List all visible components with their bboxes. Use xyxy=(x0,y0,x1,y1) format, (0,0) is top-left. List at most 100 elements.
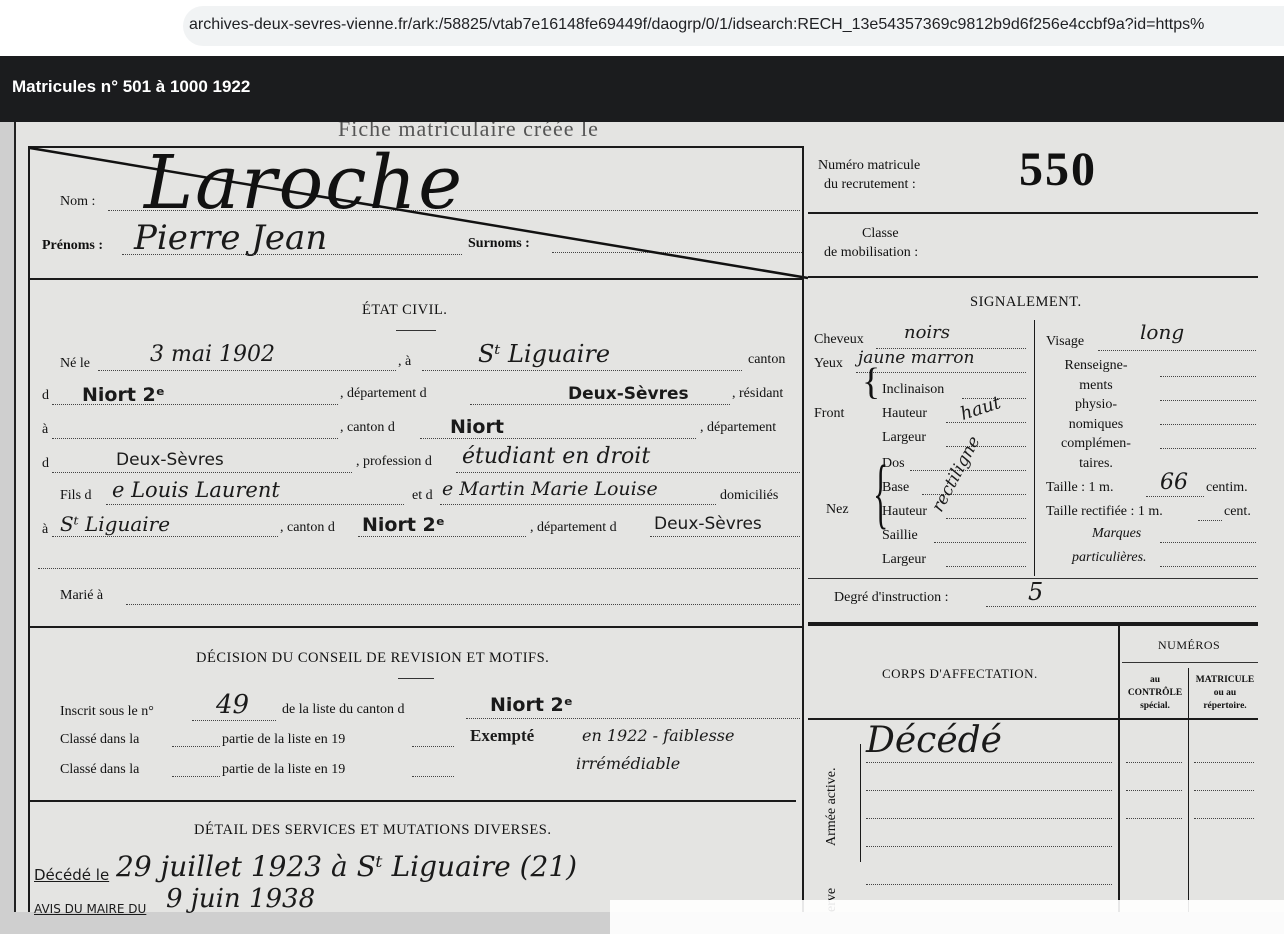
a-label-2: à xyxy=(42,422,49,437)
corps-decede-value: Décédé xyxy=(866,720,1002,761)
cheveux-value: noirs xyxy=(904,322,951,343)
corps-line-1 xyxy=(866,762,1112,763)
irremediable-value: irrémédiable xyxy=(576,754,681,773)
canton-3-line xyxy=(358,536,526,537)
a-label: , à xyxy=(398,354,412,369)
corps-line-3 xyxy=(866,818,1112,819)
url-field[interactable]: archives-deux-sevres-vienne.fr/ark:/5882… xyxy=(183,6,1284,46)
corps-divider xyxy=(1118,626,1120,912)
corps-line-5 xyxy=(866,884,1112,885)
matricule-label-2: du recrutement : xyxy=(824,177,916,192)
profession-value: étudiant en droit xyxy=(462,444,651,469)
renseignements-line: complémen- xyxy=(1061,436,1131,451)
renseignements-line: ments xyxy=(1079,377,1113,393)
ne-le-line xyxy=(98,370,396,371)
marie-line xyxy=(126,604,800,605)
nez-largeur-line xyxy=(946,566,1026,567)
repertoire-line-3 xyxy=(1194,818,1254,819)
rens-line-1 xyxy=(1160,376,1256,377)
services-heading: DÉTAIL DES SERVICES ET MUTATIONS DIVERSE… xyxy=(194,822,552,838)
fils-label: Fils d xyxy=(60,488,92,503)
url-text[interactable]: archives-deux-sevres-vienne.fr/ark:/5882… xyxy=(189,16,1204,34)
visage-line xyxy=(1098,350,1256,351)
signalement-divider xyxy=(1034,320,1035,576)
classe-label-1: Classe xyxy=(862,226,899,241)
profession-line xyxy=(456,472,800,473)
canton-2-line xyxy=(420,438,696,439)
departement-2-line xyxy=(52,472,352,473)
nez-label: Nez xyxy=(826,502,849,517)
document-viewer[interactable]: Fiche matriculaire créée le Laroche Nom … xyxy=(0,122,1284,934)
partie-2-label: partie de la liste en 19 xyxy=(222,762,346,777)
rens-line-4 xyxy=(1160,448,1256,449)
matricule-label-1: Numéro matricule xyxy=(818,158,921,173)
controle-line: spécial. xyxy=(1140,701,1170,711)
canton-1-line xyxy=(52,404,338,405)
residence-line xyxy=(52,438,338,439)
decision-top-line xyxy=(28,626,802,628)
rens-line-3 xyxy=(1160,424,1256,425)
nez-hauteur-line xyxy=(946,518,1026,519)
classe-1-label: Classé dans la xyxy=(60,732,140,747)
nez-hauteur-label: Hauteur xyxy=(882,504,928,519)
d-label-1: d xyxy=(42,388,49,403)
inclinaison-label: Inclinaison xyxy=(882,382,945,397)
classe-2-label: Classé dans la xyxy=(60,762,140,777)
yeux-line xyxy=(856,372,1026,373)
repertoire-line-2 xyxy=(1194,790,1254,791)
dos-label: Dos xyxy=(882,456,905,471)
taille-label: Taille : 1 m. xyxy=(1046,480,1114,495)
corps-heading: CORPS D'AFFECTATION. xyxy=(882,666,1038,681)
inscrit-line xyxy=(192,720,276,721)
a-label-3: à xyxy=(42,522,49,537)
blank-line xyxy=(38,568,800,569)
partie-1-line xyxy=(412,746,454,747)
centim-label: centim. xyxy=(1206,480,1248,495)
controle-header: au CONTRÔLE spécial. xyxy=(1122,674,1188,713)
numeros-line xyxy=(1122,662,1258,663)
marques-label-2: particulières. xyxy=(1072,550,1147,565)
front-label: Front xyxy=(814,406,845,421)
taille-line xyxy=(1146,496,1204,497)
marie-label: Marié à xyxy=(60,588,104,603)
yeux-label: Yeux xyxy=(814,356,843,371)
profession-label: , profession d xyxy=(356,454,432,469)
corps-line-2 xyxy=(866,790,1112,791)
departement-label-1: , département d xyxy=(340,386,427,401)
mere-line xyxy=(440,504,716,505)
nez-largeur-label: Largeur xyxy=(882,552,927,567)
armee-active-label: Armée active. xyxy=(824,767,839,846)
cheveux-label: Cheveux xyxy=(814,332,864,347)
pere-value: e Louis Laurent xyxy=(112,478,280,502)
marques-label-1: Marques xyxy=(1092,526,1142,541)
canton-d-label-2: , canton d xyxy=(280,520,335,535)
degre-line xyxy=(986,606,1256,607)
lieu-line xyxy=(422,370,742,371)
ne-le-value: 3 mai 1902 xyxy=(150,342,275,367)
renseignements-line: Renseigne- xyxy=(1064,358,1128,373)
corps-line-4 xyxy=(866,846,1112,847)
etat-civil-heading: ÉTAT CIVIL. xyxy=(362,302,448,318)
viewer-title-bar: Matricules n° 501 à 1000 1922 xyxy=(0,56,1284,122)
matricule-value: 550 xyxy=(1019,143,1097,196)
strike-line xyxy=(29,146,809,280)
d-label-2: d xyxy=(42,456,49,471)
etat-civil-underline xyxy=(396,330,436,331)
lieu-naissance-value: Sᵗ Liguaire xyxy=(478,340,611,368)
domicile-value: Sᵗ Liguaire xyxy=(60,512,171,536)
renseignements-line: physio- xyxy=(1075,397,1117,412)
saillie-line xyxy=(934,542,1026,543)
renseignements-block: Renseigne- ments physio- nomiques complé… xyxy=(1046,356,1146,473)
services-decede-label: Décédé le xyxy=(34,866,110,884)
classe-bottom-line xyxy=(808,276,1258,278)
visage-value: long xyxy=(1140,320,1185,344)
matricule-bottom-line xyxy=(808,212,1258,214)
domicile-line xyxy=(52,536,278,537)
departement-label-3: , département d xyxy=(530,520,617,535)
controle-line-3 xyxy=(1126,818,1182,819)
departement-1-line xyxy=(470,404,730,405)
taille-rectifiee-label: Taille rectifiée : 1 m. xyxy=(1046,504,1163,519)
partie-1-label: partie de la liste en 19 xyxy=(222,732,346,747)
classe-label-2: de mobilisation : xyxy=(824,245,919,260)
renseignements-line: nomiques xyxy=(1068,416,1124,432)
